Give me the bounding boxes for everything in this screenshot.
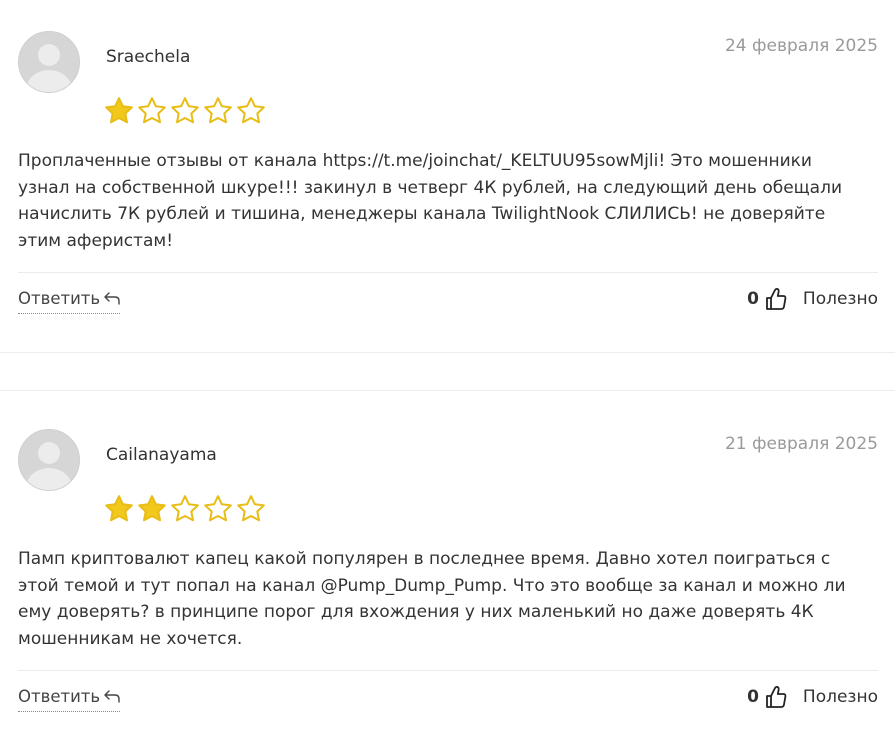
helpful-count: 0 [747,289,759,309]
review-text-line: мошенникам не хочется. [18,628,243,649]
star-rating [104,96,266,128]
review-text-line: начислить 7К рублей и тишина, менеджеры … [18,204,826,224]
section-separator [0,390,895,391]
star-empty-icon [237,495,265,522]
helpful-count: 0 [747,687,759,707]
reply-link[interactable]: Ответить [18,686,121,712]
star-rating [104,494,266,526]
helpful-label[interactable]: Полезно [803,687,878,707]
helpful-label[interactable]: Полезно [803,289,878,309]
star-empty-icon [171,495,199,522]
star-empty-icon [171,97,199,124]
star-empty-icon [138,97,166,124]
avatar [18,31,80,93]
star-empty-icon [204,495,232,522]
review-text-line: Памп криптовалют капец какой популярен в… [18,549,831,569]
star-filled-icon [105,495,133,522]
review-author: Cailanayama [106,445,217,465]
star-empty-icon [237,97,265,124]
review-text-line: Проплаченные отзывы от канала https://t.… [18,151,812,171]
review-date: 21 февраля 2025 [724,434,878,454]
helpful-block: 0 Полезно [747,286,878,312]
avatar-body-shape [26,468,72,490]
review-date: 24 февраля 2025 [724,36,878,56]
star-empty-icon [204,97,232,124]
thumbs-up-icon[interactable] [765,287,787,311]
review-text: Проплаченные отзывы от канала https://t.… [18,148,878,254]
reply-arrow-icon [104,289,120,311]
thumbs-up-icon[interactable] [765,685,787,709]
reply-label: Ответить [18,289,101,308]
avatar-body-shape [26,70,72,92]
review-text-line: этой темой и тут попал на канал @Pump_Du… [18,575,846,596]
avatar-head-shape [38,44,60,66]
reply-arrow-icon [104,687,120,709]
review-author: Sraechela [106,47,191,67]
section-separator [0,352,895,353]
helpful-block: 0 Полезно [747,684,878,710]
review-text-line: узнал на собственной шкуре!!! закинул в … [18,177,843,198]
review-text-line: этим аферистам! [18,230,174,251]
divider [18,670,878,671]
review-text: Памп криптовалют капец какой популярен в… [18,546,878,652]
review-text-line: ему доверять? в принципе порог для вхожд… [18,602,814,622]
star-filled-icon [138,495,166,522]
divider [18,272,878,273]
reply-link[interactable]: Ответить [18,288,121,314]
reply-label: Ответить [18,687,101,706]
avatar [18,429,80,491]
avatar-head-shape [38,442,60,464]
star-filled-icon [105,97,133,124]
